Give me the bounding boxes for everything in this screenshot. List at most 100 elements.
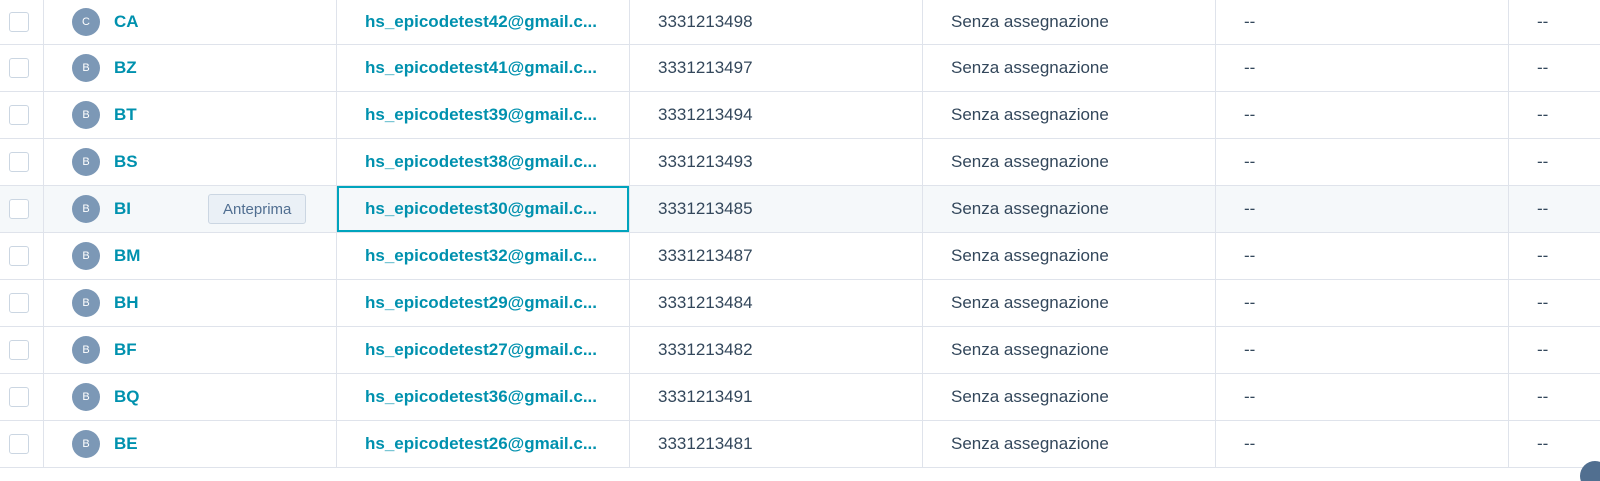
empty-value-cell[interactable]: -- [1216, 233, 1509, 279]
table-row[interactable]: B BE hs_epicodetest26@gmail.c... 3331213… [0, 421, 1600, 468]
name-cell: B BH [44, 280, 337, 326]
table-row[interactable]: B BT hs_epicodetest39@gmail.c... 3331213… [0, 92, 1600, 139]
phone-cell[interactable]: 3331213481 [630, 421, 923, 467]
contact-email-link[interactable]: hs_epicodetest27@gmail.c... [365, 340, 597, 360]
phone-cell[interactable]: 3331213497 [630, 45, 923, 91]
owner-cell[interactable]: Senza assegnazione [923, 139, 1216, 185]
owner-cell[interactable]: Senza assegnazione [923, 0, 1216, 44]
contact-name-link[interactable]: BZ [114, 58, 137, 78]
email-cell[interactable]: hs_epicodetest27@gmail.c... [337, 327, 630, 373]
email-cell[interactable]: hs_epicodetest39@gmail.c... [337, 92, 630, 138]
empty-value-cell[interactable]: -- [1509, 280, 1569, 326]
owner-cell[interactable]: Senza assegnazione [923, 374, 1216, 420]
owner-cell[interactable]: Senza assegnazione [923, 186, 1216, 232]
row-select-cell [0, 139, 44, 185]
email-cell[interactable]: hs_epicodetest36@gmail.c... [337, 374, 630, 420]
row-checkbox[interactable] [8, 58, 29, 78]
empty-value-cell[interactable]: -- [1216, 374, 1509, 420]
email-cell[interactable]: hs_epicodetest29@gmail.c... [337, 280, 630, 326]
contact-email-link[interactable]: hs_epicodetest39@gmail.c... [365, 105, 597, 125]
contact-name-link[interactable]: BS [114, 152, 138, 172]
owner-cell[interactable]: Senza assegnazione [923, 280, 1216, 326]
contact-name-link[interactable]: BI [114, 199, 131, 219]
owner-cell[interactable]: Senza assegnazione [923, 327, 1216, 373]
table-row[interactable]: B BF hs_epicodetest27@gmail.c... 3331213… [0, 327, 1600, 374]
email-cell[interactable]: hs_epicodetest32@gmail.c... [337, 233, 630, 279]
empty-value-cell[interactable]: -- [1509, 327, 1569, 373]
empty-value-cell[interactable]: -- [1509, 374, 1569, 420]
contact-email-link[interactable]: hs_epicodetest42@gmail.c... [365, 12, 597, 32]
email-cell-focused[interactable]: hs_epicodetest30@gmail.c... [337, 186, 630, 232]
row-checkbox[interactable] [8, 293, 29, 313]
owner-cell[interactable]: Senza assegnazione [923, 233, 1216, 279]
table-row[interactable]: B BZ hs_epicodetest41@gmail.c... 3331213… [0, 45, 1600, 92]
owner-cell[interactable]: Senza assegnazione [923, 92, 1216, 138]
table-row[interactable]: C CA hs_epicodetest42@gmail.c... 3331213… [0, 0, 1600, 45]
email-cell[interactable]: hs_epicodetest38@gmail.c... [337, 139, 630, 185]
owner-cell[interactable]: Senza assegnazione [923, 45, 1216, 91]
empty-value-cell[interactable]: -- [1509, 186, 1569, 232]
row-checkbox[interactable] [8, 246, 29, 266]
empty-value-cell[interactable]: -- [1509, 92, 1569, 138]
phone-cell[interactable]: 3331213493 [630, 139, 923, 185]
email-cell[interactable]: hs_epicodetest26@gmail.c... [337, 421, 630, 467]
vertical-scrollbar[interactable] [1566, 0, 1600, 481]
empty-value-cell[interactable]: -- [1509, 0, 1569, 44]
empty-value-cell[interactable]: -- [1509, 45, 1569, 91]
table-row[interactable]: B BM hs_epicodetest32@gmail.c... 3331213… [0, 233, 1600, 280]
table-row[interactable]: B BS hs_epicodetest38@gmail.c... 3331213… [0, 139, 1600, 186]
contact-email-link[interactable]: hs_epicodetest32@gmail.c... [365, 246, 597, 266]
empty-value-cell[interactable]: -- [1216, 421, 1509, 467]
contact-name-link[interactable]: BT [114, 105, 137, 125]
row-checkbox[interactable] [8, 12, 29, 32]
contact-email-link[interactable]: hs_epicodetest26@gmail.c... [365, 434, 597, 454]
table-row[interactable]: B BH hs_epicodetest29@gmail.c... 3331213… [0, 280, 1600, 327]
email-cell[interactable]: hs_epicodetest42@gmail.c... [337, 0, 630, 44]
contact-name-link[interactable]: BQ [114, 387, 140, 407]
phone-cell[interactable]: 3331213485 [630, 186, 923, 232]
contact-name-link[interactable]: BE [114, 434, 138, 454]
row-checkbox[interactable] [8, 152, 29, 172]
contact-name-link[interactable]: BF [114, 340, 137, 360]
email-cell[interactable]: hs_epicodetest41@gmail.c... [337, 45, 630, 91]
contact-avatar: B [72, 242, 100, 270]
phone-cell[interactable]: 3331213498 [630, 0, 923, 44]
row-checkbox[interactable] [8, 434, 29, 454]
empty-value-cell[interactable]: -- [1216, 280, 1509, 326]
phone-cell[interactable]: 3331213491 [630, 374, 923, 420]
phone-cell[interactable]: 3331213494 [630, 92, 923, 138]
empty-value: -- [1537, 293, 1549, 312]
empty-value: -- [1537, 434, 1549, 453]
table-row-hovered[interactable]: B BI Anteprima hs_epicodetest30@gmail.c.… [0, 186, 1600, 233]
preview-button[interactable]: Anteprima [208, 194, 307, 224]
contact-email-link[interactable]: hs_epicodetest38@gmail.c... [365, 152, 597, 172]
table-row[interactable]: B BQ hs_epicodetest36@gmail.c... 3331213… [0, 374, 1600, 421]
empty-value-cell[interactable]: -- [1216, 186, 1509, 232]
owner-cell[interactable]: Senza assegnazione [923, 421, 1216, 467]
contact-name-link[interactable]: BM [114, 246, 140, 266]
row-checkbox[interactable] [8, 199, 29, 219]
empty-value-cell[interactable]: -- [1216, 45, 1509, 91]
scrollbar-thumb[interactable] [1566, 0, 1600, 481]
row-checkbox[interactable] [8, 387, 29, 407]
empty-value: -- [1537, 246, 1549, 265]
row-checkbox[interactable] [8, 105, 29, 125]
contact-email-link[interactable]: hs_epicodetest29@gmail.c... [365, 293, 597, 313]
phone-cell[interactable]: 3331213482 [630, 327, 923, 373]
contact-email-link[interactable]: hs_epicodetest41@gmail.c... [365, 58, 597, 78]
contact-name-link[interactable]: CA [114, 12, 139, 32]
empty-value-cell[interactable]: -- [1216, 139, 1509, 185]
phone-cell[interactable]: 3331213487 [630, 233, 923, 279]
empty-value-cell[interactable]: -- [1216, 0, 1509, 44]
empty-value-cell[interactable]: -- [1216, 92, 1509, 138]
empty-value-cell[interactable]: -- [1509, 139, 1569, 185]
contact-email-link[interactable]: hs_epicodetest36@gmail.c... [365, 387, 597, 407]
empty-value-cell[interactable]: -- [1509, 233, 1569, 279]
phone-cell[interactable]: 3331213484 [630, 280, 923, 326]
empty-value: -- [1537, 58, 1549, 77]
empty-value-cell[interactable]: -- [1509, 421, 1569, 467]
empty-value-cell[interactable]: -- [1216, 327, 1509, 373]
row-checkbox[interactable] [8, 340, 29, 360]
contact-name-link[interactable]: BH [114, 293, 139, 313]
contact-email-link[interactable]: hs_epicodetest30@gmail.c... [365, 199, 597, 219]
